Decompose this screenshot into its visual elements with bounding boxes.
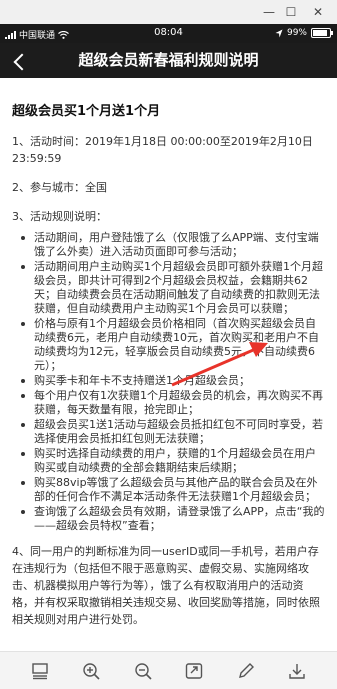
page-title: 超级会员新春福利规则说明: [78, 51, 259, 69]
rule-item: 价格与原有1个月超级会员价格相同（首次购买超级会员自动续费6元，老用户自动续费1…: [21, 317, 325, 373]
rule-item: 购买88vip等饿了么超级会员与其他产品的联合会员及在外部的任何合作不满足本活动…: [21, 476, 325, 504]
user-definition-clause: 4、同一用户的判断标准为同一userID或同一手机号，若用户存在违规行为（包括但…: [12, 545, 320, 626]
rule-item: 查询饿了么超级会员有效期，请登录饿了么APP，点击“我的——超级会员特权”查看；: [21, 505, 325, 532]
rules-list: 活动期间，用户登陆饿了么（仅限饿了么APP端、支付宝端饿了么外卖）进入活动页面即…: [12, 231, 325, 533]
download-icon[interactable]: [285, 659, 309, 683]
activity-time: 1、活动时间：2019年1月18日 00:00:00至2019年2月10日23:…: [12, 135, 313, 165]
close-button[interactable]: ✕: [309, 3, 327, 21]
zoom-out-icon[interactable]: [131, 659, 155, 683]
minimize-button[interactable]: —: [260, 3, 278, 21]
back-arrow-icon[interactable]: [13, 53, 31, 71]
rule-item: 购买时选择自动续费的用户，获赠的1个月超级会员在用户购买或自动续费的全部会籍期结…: [21, 447, 325, 475]
rule-item: 活动期间，用户登陆饿了么（仅限饿了么APP端、支付宝端饿了么外卖）进入活动页面即…: [21, 231, 325, 259]
location-icon: [275, 29, 283, 37]
battery-percent: 99%: [286, 28, 307, 38]
nav-bar: 超级会员新春福利规则说明: [0, 43, 337, 78]
window-titlebar: — ☐ ✕: [0, 0, 337, 25]
maximize-button[interactable]: ☐: [282, 3, 300, 21]
document-heading: 超级会员买1个月送1个月: [12, 104, 161, 119]
rule-item: 每个用户仅有1次获赠1个月超级会员的机会，再次购买不再获赠，每天数量有限，抢完即…: [21, 389, 323, 416]
rule-item: 超级会员买1送1活动与超级会员抵扣红包不可同时享受，若选择使用会员抵扣红包则无法…: [21, 418, 323, 445]
document-body[interactable]: 超级会员买1个月送1个月 1、活动时间：2019年1月18日 00:00:00至…: [0, 78, 337, 651]
zoom-in-icon[interactable]: [79, 659, 103, 683]
rule-item: 活动期间用户主动购买1个月超级会员即可额外获赠1个月超级会员，即共计可得到2个月…: [21, 260, 323, 315]
battery-icon: [311, 28, 333, 38]
share-icon[interactable]: [182, 659, 206, 683]
rule-item: 购买季卡和年卡不支持赠送1个月超级会员；: [21, 374, 325, 388]
edit-icon[interactable]: [234, 659, 258, 683]
participating-cities: 2、参与城市：全国: [12, 181, 107, 194]
layout-icon[interactable]: [28, 659, 52, 683]
status-bar: 中国联通 08:04 99%: [0, 24, 337, 43]
bottom-toolbar: [0, 651, 337, 689]
rules-heading: 3、活动规则说明：: [12, 210, 107, 223]
